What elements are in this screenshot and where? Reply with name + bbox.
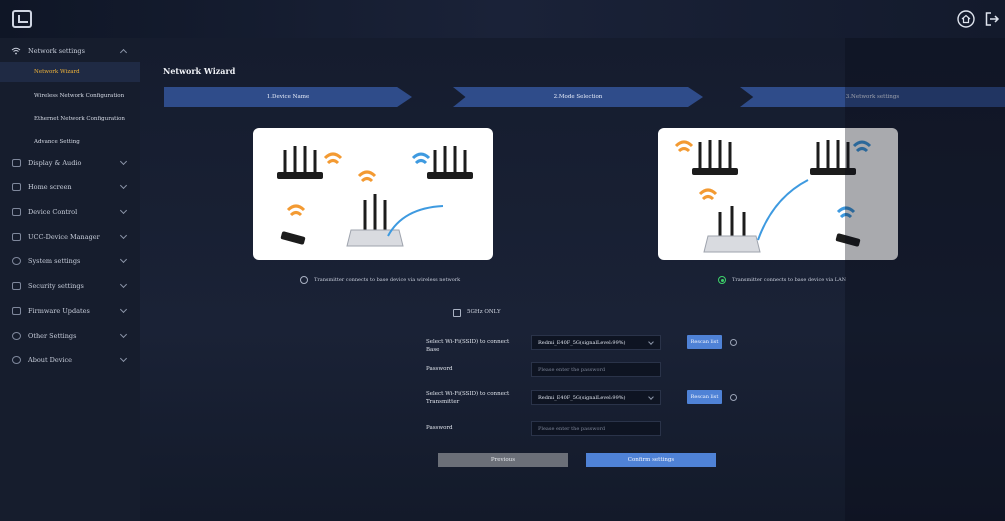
sidebar-item-label: Home screen — [28, 183, 72, 191]
transmitter-password-label: Password — [426, 425, 453, 431]
info-icon — [12, 356, 21, 364]
sidebar-item-ucc-device-manager[interactable]: UCC-Device Manager — [0, 226, 140, 248]
previous-button[interactable]: Previous — [438, 453, 568, 467]
sidebar-subitem-advance-setting[interactable]: Advance Setting — [0, 132, 140, 152]
home-screen-icon — [12, 183, 21, 191]
transmitter-ssid-label: Select Wi-Fi(SSID) to connect Transmitte… — [426, 391, 510, 405]
wireless-mode-radio[interactable] — [300, 276, 308, 284]
chevron-down-icon — [648, 339, 654, 345]
sidebar-item-home-screen[interactable]: Home screen — [0, 176, 140, 198]
sidebar-subitem-label: Advance Setting — [34, 139, 80, 145]
sidebar-item-label: Network settings — [28, 47, 85, 55]
transmitter-password-input[interactable] — [531, 421, 661, 436]
lan-mode-label: Transmitter connects to base device via … — [732, 277, 847, 283]
sidebar-item-label: Firmware Updates — [28, 307, 90, 315]
chevron-down-icon — [119, 305, 128, 314]
gear-icon — [12, 257, 21, 265]
monitor-icon — [12, 159, 21, 167]
wireless-diagram-icon — [277, 146, 473, 247]
sidebar-item-security-settings[interactable]: Security settings — [0, 275, 140, 297]
wifi-icon — [11, 47, 21, 55]
sidebar-subitem-label: Wireless Network Configuration — [34, 93, 125, 99]
main-panel: Network Wizard 1.Device Name 2.Mode Sele… — [140, 38, 1005, 521]
sidebar-subitem-network-wizard[interactable]: Network Wizard — [0, 62, 140, 82]
sidebar-item-label: Security settings — [28, 282, 84, 290]
step-device-name: 1.Device Name — [164, 87, 412, 107]
wireless-mode-illustration[interactable] — [253, 128, 493, 260]
sidebar-subitem-wireless-config[interactable]: Wireless Network Configuration — [0, 86, 140, 106]
chevron-down-icon — [119, 157, 128, 166]
chevron-down-icon — [119, 181, 128, 190]
screen-share-icon — [12, 10, 32, 28]
chevron-down-icon — [119, 255, 128, 264]
chevron-down-icon — [119, 330, 128, 339]
sidebar-item-system-settings[interactable]: System settings — [0, 250, 140, 272]
step-mode-selection: 2.Mode Selection — [453, 87, 703, 107]
5ghz-only-checkbox[interactable] — [453, 309, 461, 317]
lan-diagram-icon — [674, 140, 872, 253]
transmitter-ssid-select[interactable]: Redmi_E40F_5G(signalLevel:99%) — [531, 390, 661, 405]
logout-icon[interactable] — [983, 10, 1001, 28]
wireless-mode-label: Transmitter connects to base device via … — [314, 277, 461, 283]
sidebar-item-network-settings[interactable]: Network settings — [0, 40, 140, 62]
shield-icon — [12, 282, 21, 290]
chevron-down-icon — [119, 206, 128, 215]
chevron-down-icon — [119, 354, 128, 363]
rescan-transmitter-button[interactable]: Rescan list — [687, 390, 722, 404]
transmitter-ssid-value: Redmi_E40F_5G(signalLevel:99%) — [538, 394, 626, 401]
sidebar: Network settings Network Wizard Wireless… — [0, 38, 140, 521]
lan-mode-radio[interactable] — [718, 276, 726, 284]
base-ssid-value: Redmi_E40F_5G(signalLevel:99%) — [538, 339, 626, 346]
sidebar-item-label: UCC-Device Manager — [28, 233, 100, 241]
confirm-settings-button[interactable]: Confirm settings — [586, 453, 716, 467]
sidebar-item-device-control[interactable]: Device Control — [0, 201, 140, 223]
page-title: Network Wizard — [163, 66, 236, 76]
sidebar-item-label: Display & Audio — [28, 159, 82, 167]
top-bar — [0, 0, 1005, 38]
device-manager-icon — [12, 233, 21, 241]
home-icon[interactable] — [957, 10, 975, 28]
chevron-up-icon — [119, 48, 128, 57]
sidebar-item-label: About Device — [28, 356, 72, 364]
base-password-label: Password — [426, 366, 453, 372]
5ghz-only-label: 5GHz ONLY — [467, 309, 501, 315]
help-icon[interactable] — [730, 394, 737, 401]
sidebar-item-label: System settings — [28, 257, 81, 265]
chevron-down-icon — [119, 280, 128, 289]
sidebar-item-label: Device Control — [28, 208, 78, 216]
chevron-down-icon — [648, 394, 654, 400]
sidebar-subitem-ethernet-config[interactable]: Ethernet Network Configuration — [0, 109, 140, 129]
sidebar-item-display-audio[interactable]: Display & Audio — [0, 152, 140, 174]
sidebar-item-other-settings[interactable]: Other Settings — [0, 325, 140, 347]
base-ssid-select[interactable]: Redmi_E40F_5G(signalLevel:99%) — [531, 335, 661, 350]
more-icon — [12, 332, 21, 340]
sidebar-item-firmware-updates[interactable]: Firmware Updates — [0, 300, 140, 322]
base-password-input[interactable] — [531, 362, 661, 377]
device-control-icon — [12, 208, 21, 216]
rescan-base-button[interactable]: Rescan list — [687, 335, 722, 349]
lan-mode-illustration[interactable] — [658, 128, 898, 260]
sidebar-subitem-label: Network Wizard — [34, 69, 80, 75]
upload-icon — [12, 307, 21, 315]
base-ssid-label: Select Wi-Fi(SSID) to connect Base — [426, 339, 510, 353]
sidebar-subitem-label: Ethernet Network Configuration — [34, 116, 125, 122]
sidebar-item-about-device[interactable]: About Device — [0, 349, 140, 371]
sidebar-item-label: Other Settings — [28, 332, 77, 340]
step-network-settings: 3.Network settings — [740, 87, 1005, 107]
chevron-down-icon — [119, 231, 128, 240]
help-icon[interactable] — [730, 339, 737, 346]
